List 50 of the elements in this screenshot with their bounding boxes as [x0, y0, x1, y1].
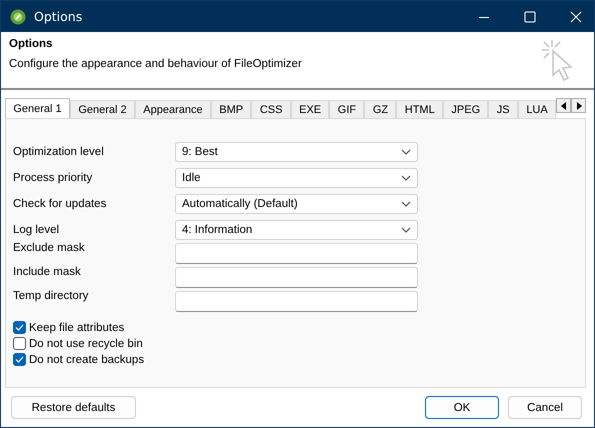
- tab[interactable]: General 1: [5, 98, 70, 118]
- tab[interactable]: CSS: [251, 100, 291, 118]
- dialog-button[interactable]: OK: [425, 396, 499, 419]
- tab[interactable]: JPEG: [443, 100, 488, 118]
- header-title: Options: [9, 38, 54, 50]
- field-label: Optimization level: [13, 145, 105, 160]
- window-title: Options: [34, 9, 82, 24]
- dropdown[interactable]: Idle: [175, 168, 418, 188]
- close-icon[interactable]: [570, 10, 582, 22]
- field-label: Check for updates: [13, 197, 108, 212]
- checkbox-label[interactable]: Do not create backups: [29, 354, 144, 366]
- chevron-down-icon: [401, 149, 411, 155]
- input-field[interactable]: [175, 267, 418, 288]
- scroll-left-button[interactable]: [556, 98, 571, 113]
- chevron-down-icon: [401, 201, 411, 207]
- input-field[interactable]: [175, 291, 418, 312]
- dialog-button[interactable]: Cancel: [508, 396, 582, 419]
- field-label: Include mask: [13, 266, 82, 278]
- dropdown[interactable]: 9: Best: [175, 142, 418, 162]
- right-arrow-icon: [576, 102, 582, 110]
- dropdown[interactable]: 4: Information: [175, 220, 418, 240]
- tab[interactable]: GZ: [364, 100, 396, 118]
- field-label: Log level: [13, 223, 60, 238]
- tab[interactable]: JS: [488, 100, 518, 118]
- app-icon: [10, 8, 26, 24]
- maximize-icon[interactable]: [524, 10, 536, 22]
- cursor-click-icon: [540, 38, 574, 84]
- checkbox-label[interactable]: Keep file attributes: [29, 322, 124, 334]
- field-label: Process priority: [13, 171, 94, 186]
- header-description: Configure the appearance and behaviour of FileOptimizer: [9, 58, 302, 70]
- tab[interactable]: GIF: [329, 100, 364, 118]
- tab[interactable]: General 2: [70, 100, 135, 118]
- chevron-down-icon: [401, 175, 411, 181]
- scroll-right-button[interactable]: [571, 98, 586, 113]
- field-label: Exclude mask: [13, 242, 86, 254]
- dialog-button[interactable]: Restore defaults: [11, 396, 136, 419]
- left-arrow-icon: [560, 102, 566, 110]
- checkbox-label[interactable]: Do not use recycle bin: [29, 338, 143, 350]
- tab[interactable]: BMP: [210, 100, 252, 118]
- field-label: Temp directory: [13, 290, 90, 302]
- checkbox[interactable]: [13, 353, 26, 366]
- input-field[interactable]: [175, 243, 418, 264]
- checkbox[interactable]: [13, 337, 26, 350]
- tab[interactable]: HTML: [396, 100, 444, 118]
- tab[interactable]: LUA: [518, 100, 556, 118]
- tab[interactable]: EXE: [290, 100, 330, 118]
- dropdown[interactable]: Automatically (Default): [175, 194, 418, 214]
- chevron-down-icon: [401, 227, 411, 233]
- checkbox[interactable]: [13, 321, 26, 334]
- tab[interactable]: Appearance: [134, 100, 211, 118]
